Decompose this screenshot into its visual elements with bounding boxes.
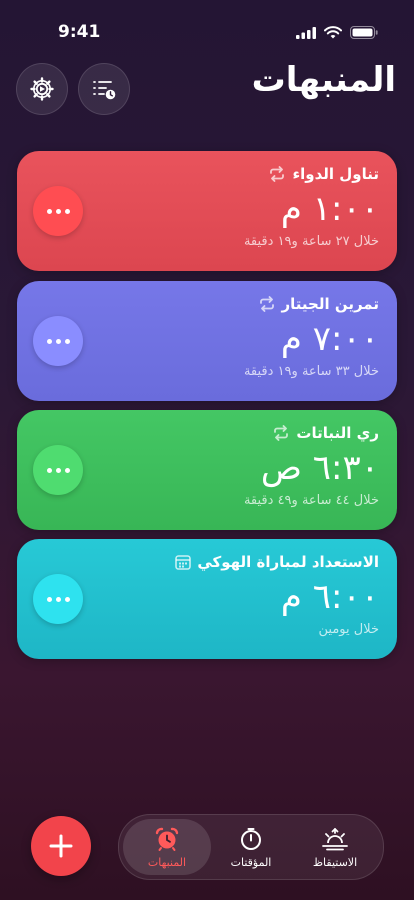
alarm-name: ري النباتات [296, 424, 379, 442]
calendar-icon [175, 555, 192, 570]
timer-icon [241, 827, 261, 850]
alarm-card[interactable]: ري النباتات ٦:٣٠ ص خلال ٤٤ ساعة و٤٩ دقيق… [17, 410, 397, 530]
status-icons [296, 26, 378, 39]
status-time: 9:41 [58, 22, 101, 42]
dot-icon [55, 596, 61, 602]
dot-icon [55, 338, 61, 344]
add-alarm-button[interactable] [31, 816, 91, 876]
page-title: المنبهات [251, 60, 396, 100]
alarm-time: ١:٠٠ م [280, 189, 379, 229]
alarm-more-button[interactable] [33, 445, 83, 495]
alarm-more-button[interactable] [33, 186, 83, 236]
alarm-name-row: تناول الدواء [268, 165, 379, 183]
tab-bar: المنبهات المؤقتات الاستيقاظ [118, 814, 384, 880]
alarm-remaining: خلال يومين [318, 622, 380, 637]
battery-icon [350, 26, 378, 39]
sunrise-icon [322, 827, 348, 850]
alarm-card[interactable]: تناول الدواء ١:٠٠ م خلال ٢٧ ساعة و١٩ دقي… [17, 151, 397, 271]
alarm-time: ٦:٣٠ ص [260, 448, 379, 488]
dot-icon [46, 208, 52, 214]
gear-icon [30, 77, 54, 101]
tab-alarms[interactable]: المنبهات [123, 819, 211, 875]
alarm-card[interactable]: تمرين الجيتار ٧:٠٠ م خلال ٣٣ ساعة و١٩ دق… [17, 281, 397, 401]
alarm-name-row: الاستعداد لمباراة الهوكي [175, 553, 379, 571]
cellular-signal-icon [296, 26, 316, 39]
alarm-clock-icon [155, 827, 179, 851]
tab-label: المنبهات [147, 855, 187, 869]
alarm-name: الاستعداد لمباراة الهوكي [197, 553, 379, 571]
alarm-card[interactable]: الاستعداد لمباراة الهوكي ٦:٠٠ م خلال يوم… [17, 539, 397, 659]
sort-list-button[interactable] [78, 63, 130, 115]
status-bar: 9:41 [0, 0, 414, 64]
dot-icon [46, 467, 52, 473]
alarm-remaining: خلال ٤٤ ساعة و٤٩ دقيقة [243, 493, 379, 508]
plus-icon [49, 834, 73, 858]
dot-icon [55, 208, 61, 214]
dot-icon [64, 208, 70, 214]
alarm-more-button[interactable] [33, 574, 83, 624]
repeat-icon [270, 166, 285, 182]
alarm-more-button[interactable] [33, 316, 83, 366]
alarm-name-row: تمرين الجيتار [258, 295, 379, 313]
repeat-icon [259, 296, 274, 312]
alarm-name: تناول الدواء [292, 165, 379, 183]
tab-wakeup[interactable]: الاستيقاظ [291, 819, 379, 875]
tab-label: المؤقتات [230, 855, 272, 869]
dot-icon [64, 467, 70, 473]
dot-icon [55, 467, 61, 473]
alarm-time: ٧:٠٠ م [280, 319, 379, 359]
dot-icon [64, 338, 70, 344]
settings-button[interactable] [16, 63, 68, 115]
repeat-icon [274, 425, 289, 441]
alarm-time: ٦:٠٠ م [280, 577, 379, 617]
list-clock-icon [93, 81, 116, 100]
tab-label: الاستيقاظ [312, 855, 358, 869]
alarm-remaining: خلال ٢٧ ساعة و١٩ دقيقة [243, 234, 379, 249]
alarm-remaining: خلال ٣٣ ساعة و١٩ دقيقة [243, 364, 379, 379]
dot-icon [64, 596, 70, 602]
tab-timers[interactable]: المؤقتات [207, 819, 295, 875]
wifi-icon [324, 26, 342, 39]
dot-icon [46, 596, 52, 602]
dot-icon [46, 338, 52, 344]
alarm-name-row: ري النباتات [272, 424, 379, 442]
alarm-name: تمرين الجيتار [281, 295, 379, 313]
